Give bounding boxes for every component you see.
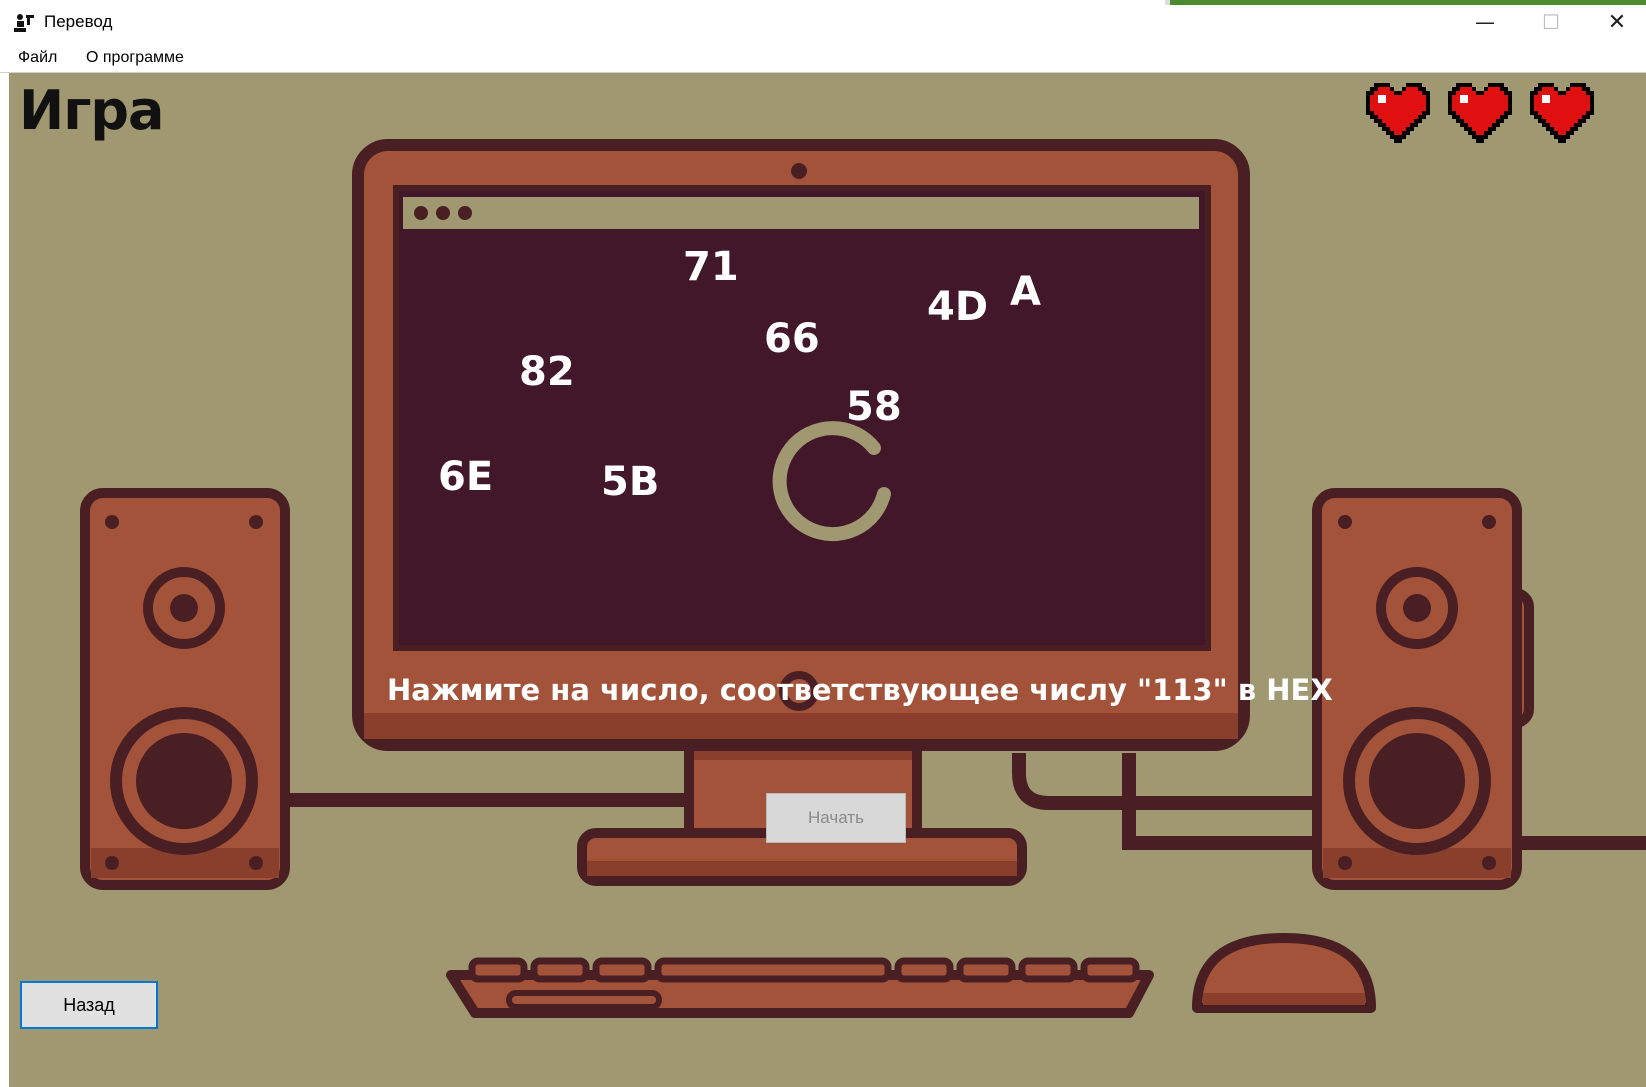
close-button[interactable]: ✕ <box>1584 0 1646 44</box>
menu-item-about[interactable]: О программе <box>86 49 184 67</box>
answer-number[interactable]: 71 <box>683 244 739 290</box>
back-button[interactable]: Назад <box>20 981 158 1029</box>
title-bar: Перевод — ☐ ✕ <box>0 0 1646 44</box>
window-title: Перевод <box>44 12 113 31</box>
pawn-icon <box>14 14 34 32</box>
menu-item-file[interactable]: Файл <box>18 49 57 67</box>
minimize-button[interactable]: — <box>1452 0 1518 44</box>
heart-icon <box>1448 83 1512 143</box>
menu-bar: Файл О программе <box>0 44 1646 73</box>
lives-indicator <box>1366 83 1606 143</box>
game-panel: Игра 71 4D A 66 82 58 6E 5B Нажмите на ч… <box>9 73 1646 1087</box>
start-button[interactable]: Начать <box>766 793 906 843</box>
maximize-button[interactable]: ☐ <box>1518 0 1584 44</box>
heart-icon <box>1366 83 1430 143</box>
answer-number[interactable]: 66 <box>764 316 820 362</box>
page-title: Игра <box>19 79 164 142</box>
right-speaker <box>1312 488 1534 890</box>
answer-number[interactable]: 58 <box>846 384 902 430</box>
answer-number[interactable]: 6E <box>438 454 493 500</box>
answer-number[interactable]: 5B <box>601 459 659 505</box>
mouse <box>1192 933 1376 1013</box>
answer-number[interactable]: A <box>1010 269 1041 315</box>
keyboard <box>446 957 1154 1018</box>
task-prompt: Нажмите на число, соответствующее числу … <box>387 673 1333 707</box>
answer-number[interactable]: 4D <box>927 284 988 330</box>
desk-illustration <box>80 139 1646 1018</box>
answer-number[interactable]: 82 <box>519 349 575 395</box>
heart-icon <box>1530 83 1594 143</box>
left-speaker <box>80 488 290 890</box>
